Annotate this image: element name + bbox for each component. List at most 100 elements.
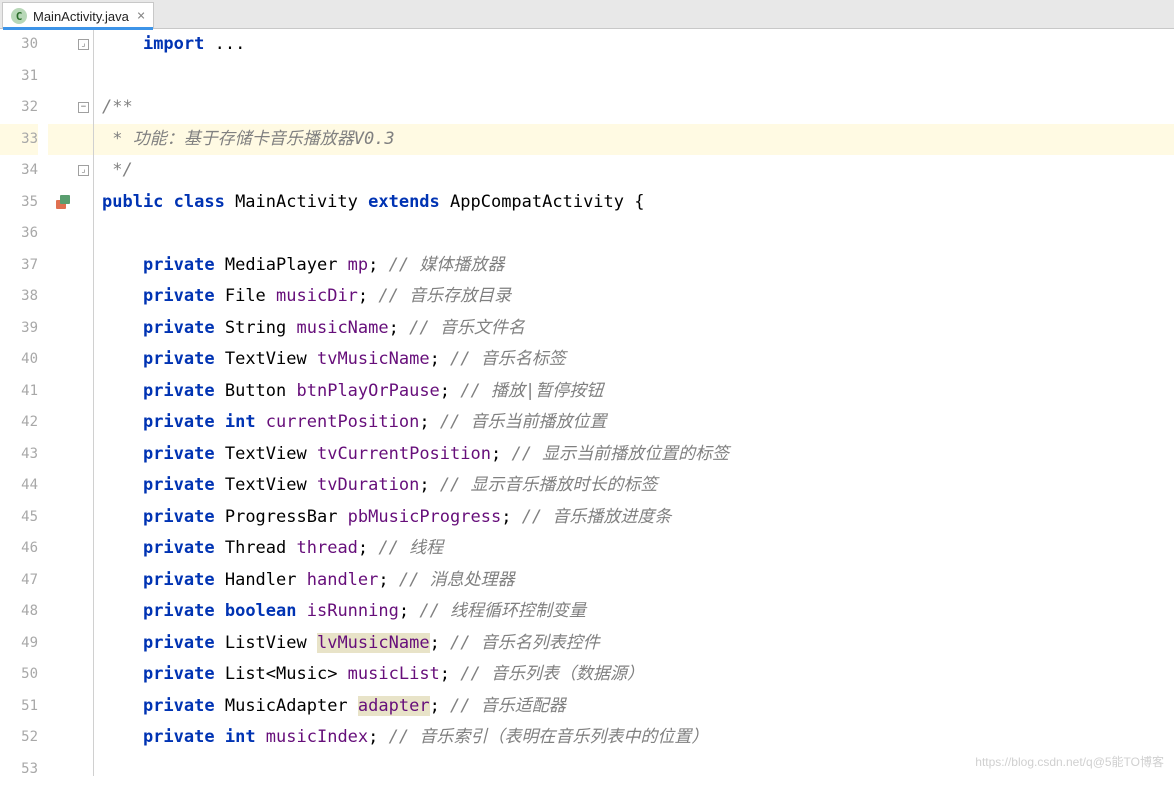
fold-slot: [78, 250, 93, 282]
code-line[interactable]: private TextView tvCurrentPosition; // 显…: [102, 439, 1174, 471]
token-field: tvCurrentPosition: [317, 444, 491, 464]
class-gutter-icon: [55, 194, 71, 210]
token-comment: // 音乐适配器: [450, 696, 566, 716]
fold-collapse-icon[interactable]: −: [78, 102, 89, 113]
code-line[interactable]: private MusicAdapter adapter; // 音乐适配器: [102, 691, 1174, 723]
code-line[interactable]: private MediaPlayer mp; // 媒体播放器: [102, 250, 1174, 282]
line-number: 31: [0, 61, 38, 93]
token-type: ;: [389, 318, 409, 338]
gutter-slot: [48, 722, 78, 754]
token-type: MediaPlayer: [225, 255, 348, 275]
token-type: TextView: [225, 444, 317, 464]
code-line[interactable]: private int currentPosition; // 音乐当前播放位置: [102, 407, 1174, 439]
code-line[interactable]: private ListView lvMusicName; // 音乐名列表控件: [102, 628, 1174, 660]
fold-slot: [78, 376, 93, 408]
token-kw: private: [143, 633, 225, 653]
token-kw: import: [143, 34, 215, 54]
code-line[interactable]: * 功能：基于存储卡音乐播放器V0.3: [94, 124, 1174, 156]
fold-slot: [78, 61, 93, 93]
line-number-gutter: 3031323334353637383940414243444546474849…: [0, 29, 48, 776]
token-comment: // 音乐文件名: [409, 318, 525, 338]
line-number: 52: [0, 722, 38, 754]
line-number: 38: [0, 281, 38, 313]
fold-slot: [78, 691, 93, 723]
code-line[interactable]: private int musicIndex; // 音乐索引（表明在音乐列表中…: [102, 722, 1174, 754]
line-number: 42: [0, 407, 38, 439]
code-line[interactable]: private List<Music> musicList; // 音乐列表（数…: [102, 659, 1174, 691]
code-line[interactable]: private File musicDir; // 音乐存放目录: [102, 281, 1174, 313]
line-number: 43: [0, 439, 38, 471]
fold-end-icon[interactable]: ⌟: [78, 165, 89, 176]
code-line[interactable]: private boolean isRunning; // 线程循环控制变量: [102, 596, 1174, 628]
token-kw: private: [143, 570, 225, 590]
token-type: ;: [501, 507, 521, 527]
fold-gutter: ⌟ − ⌟: [78, 29, 94, 776]
line-number: 34: [0, 155, 38, 187]
token-type: ;: [430, 349, 450, 369]
token-field: musicName: [297, 318, 389, 338]
token-comment: // 音乐当前播放位置: [440, 412, 607, 432]
gutter-slot: [48, 659, 78, 691]
tab-mainactivity[interactable]: C MainActivity.java ×: [2, 2, 154, 29]
token-comment: // 线程: [378, 538, 443, 558]
line-number: 36: [0, 218, 38, 250]
code-line[interactable]: private String musicName; // 音乐文件名: [102, 313, 1174, 345]
fold-slot: [78, 313, 93, 345]
line-number: 40: [0, 344, 38, 376]
token-field: isRunning: [307, 601, 399, 621]
code-line[interactable]: [102, 61, 1174, 93]
token-type: ;: [378, 570, 398, 590]
token-field: handler: [307, 570, 379, 590]
line-number: 39: [0, 313, 38, 345]
token-kw: private: [143, 475, 225, 495]
fold-slot: [78, 628, 93, 660]
code-area[interactable]: import ... /** * 功能：基于存储卡音乐播放器V0.3 */ publ…: [94, 29, 1174, 776]
line-number: 47: [0, 565, 38, 597]
code-line[interactable]: private ProgressBar pbMusicProgress; // …: [102, 502, 1174, 534]
token-comment: // 媒体播放器: [389, 255, 505, 275]
token-field: musicDir: [276, 286, 358, 306]
token-type: TextView: [225, 349, 317, 369]
code-line[interactable]: private Handler handler; // 消息处理器: [102, 565, 1174, 597]
token-type: Button: [225, 381, 297, 401]
fold-slot: [78, 407, 93, 439]
line-number: 53: [0, 754, 38, 785]
token-field: mp: [348, 255, 368, 275]
token-kw: public class: [102, 192, 235, 212]
gutter-slot: [48, 313, 78, 345]
token-type: File: [225, 286, 276, 306]
code-line[interactable]: [102, 754, 1174, 785]
token-type: MusicAdapter: [225, 696, 358, 716]
token-kw: private: [143, 412, 225, 432]
token-field: adapter: [358, 696, 430, 716]
gutter-slot: [48, 533, 78, 565]
token-kw: private: [143, 664, 225, 684]
fold-slot: [78, 187, 93, 219]
code-line[interactable]: private TextView tvMusicName; // 音乐名标签: [102, 344, 1174, 376]
code-line[interactable]: import ...: [102, 29, 1174, 61]
token-comment: // 消息处理器: [399, 570, 515, 590]
token-comment: // 线程循环控制变量: [419, 601, 586, 621]
token-type: ;: [368, 255, 388, 275]
code-editor[interactable]: 3031323334353637383940414243444546474849…: [0, 29, 1174, 776]
java-class-icon: C: [11, 8, 27, 24]
token-type: ;: [491, 444, 511, 464]
fold-slot: [78, 124, 93, 156]
token-kw: private: [143, 696, 225, 716]
code-line[interactable]: private Thread thread; // 线程: [102, 533, 1174, 565]
token-type: AppCompatActivity {: [450, 192, 644, 212]
code-line[interactable]: private TextView tvDuration; // 显示音乐播放时长…: [102, 470, 1174, 502]
fold-end-icon[interactable]: ⌟: [78, 39, 89, 50]
marker-gutter: [48, 29, 78, 776]
code-line[interactable]: private Button btnPlayOrPause; // 播放|暂停按…: [102, 376, 1174, 408]
code-line[interactable]: */: [102, 155, 1174, 187]
code-line[interactable]: public class MainActivity extends AppCom…: [102, 187, 1174, 219]
close-icon[interactable]: ×: [137, 8, 145, 24]
token-comment: // 音乐索引（表明在音乐列表中的位置）: [389, 727, 709, 747]
fold-slot: [78, 754, 93, 785]
token-type: ;: [399, 601, 419, 621]
code-line[interactable]: [102, 218, 1174, 250]
code-line[interactable]: /**: [102, 92, 1174, 124]
token-type: ;: [358, 538, 378, 558]
token-comment: */: [102, 160, 133, 180]
